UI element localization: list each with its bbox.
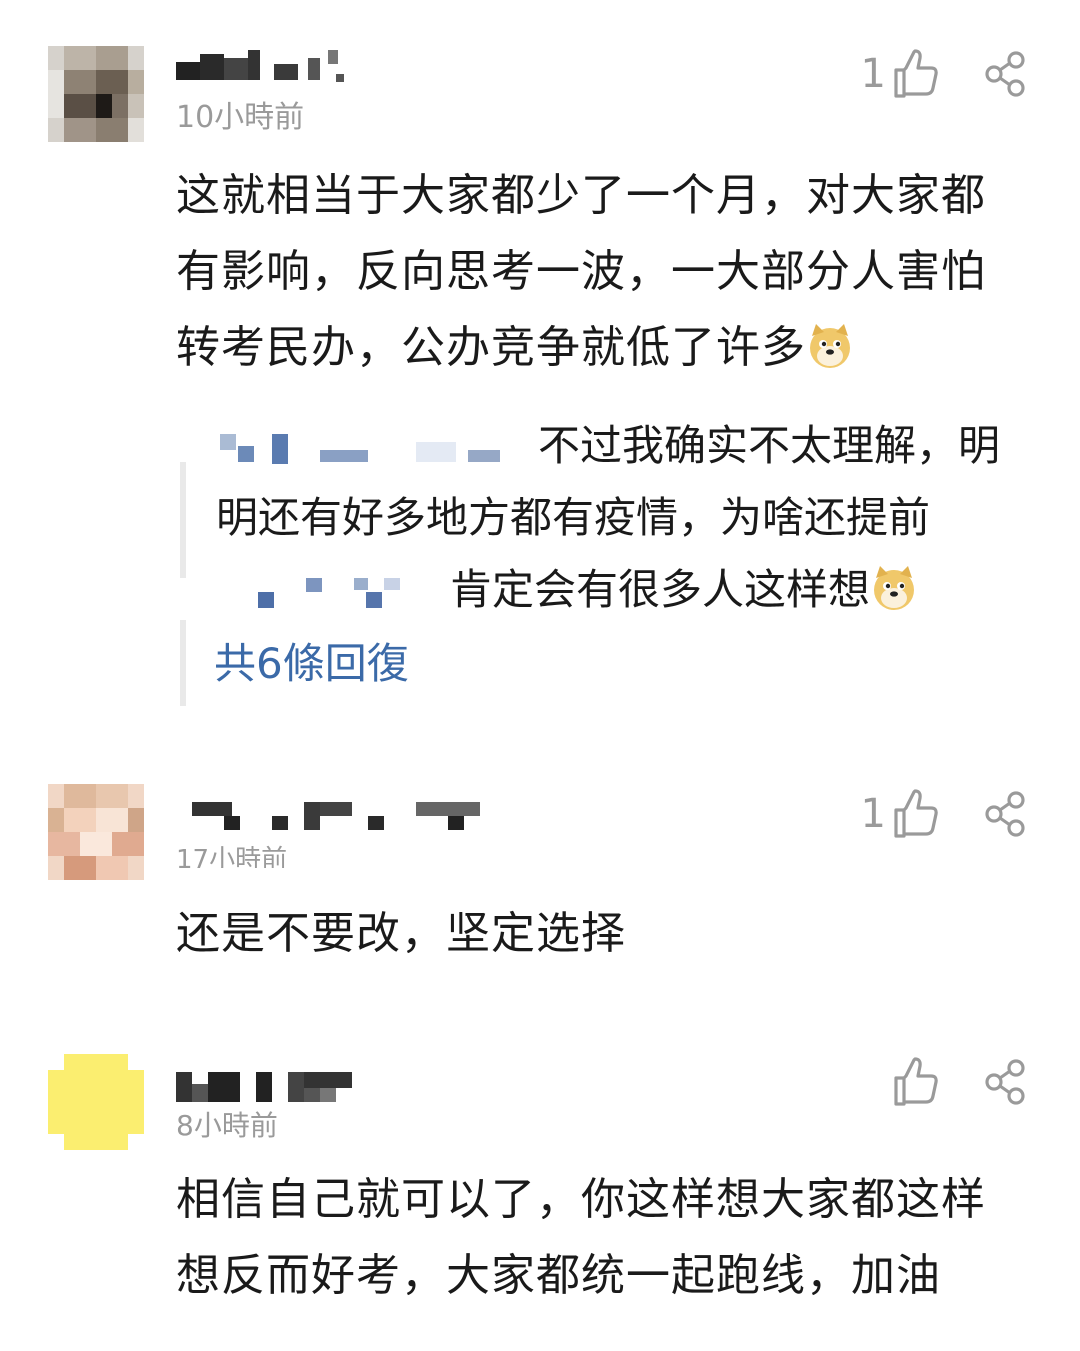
comment-item: 10小時前 1 这就相当于大家都少了一个月，对大家都 有影响，反向思考一波，一大…	[0, 0, 1080, 720]
thumbs-up-icon[interactable]	[890, 788, 938, 840]
comment-text-line-with-emoji: 转考民办，公办竞争就低了许多	[176, 310, 1046, 386]
share-icon[interactable]	[982, 1058, 1030, 1106]
comment-text-line: 转考民办，公办竞争就低了许多	[176, 322, 806, 373]
comment-text-line: 还是不要改，坚定选择	[176, 908, 626, 959]
reply-text-line: 肯定会有很多人这样想	[450, 565, 871, 614]
comment-timestamp: 17小時前	[176, 845, 288, 868]
avatar[interactable]	[48, 784, 144, 880]
share-icon[interactable]	[982, 50, 1030, 98]
comment-timestamp: 8小時前	[176, 1109, 278, 1142]
username-redacted[interactable]	[176, 800, 496, 840]
comment-text: 还是不要改，坚定选择	[176, 896, 1046, 972]
reply-text: 肯定会有很多人这样想	[216, 554, 1056, 626]
reply-text-line: 不过我确实不太理解，明	[538, 421, 1001, 470]
reply-divider	[180, 462, 186, 578]
comment-actions	[886, 1052, 1030, 1112]
comment-actions: 1	[861, 784, 1030, 844]
avatar[interactable]	[48, 1054, 144, 1150]
reply-preview[interactable]: 不过我确实不太理解，明 明还有好多地方都有疫情，为啥还提前 肯定会有很多人这样想…	[180, 410, 1060, 706]
reply-text-line-wrap: 肯定会有很多人这样想	[216, 554, 1056, 626]
comment-text-line: 想反而好考，大家都统一起跑线，加油	[176, 1250, 941, 1301]
comment-text: 这就相当于大家都少了一个月，对大家都 有影响，反向思考一波，一大部分人害怕 转考…	[176, 158, 1046, 386]
doge-emoji-icon	[870, 562, 918, 610]
comment-text-line: 这就相当于大家都少了一个月，对大家都	[176, 170, 986, 221]
comment-timestamp: 10小時前	[176, 100, 305, 135]
reply-text-line-wrap: 不过我确实不太理解，明	[216, 410, 1056, 482]
like-count: 1	[860, 51, 886, 97]
reply-divider	[180, 620, 186, 706]
username-redacted[interactable]	[176, 50, 496, 90]
reply-text-line: 明还有好多地方都有疫情，为啥还提前	[216, 493, 931, 542]
comment-item: 17小時前 1 还是不要改，坚定选择	[0, 740, 1080, 1020]
share-icon[interactable]	[982, 790, 1030, 838]
like-count: 1	[860, 791, 886, 837]
doge-emoji-icon	[806, 318, 854, 368]
comment-text: 相信自己就可以了，你这样想大家都这样 想反而好考，大家都统一起跑线，加油	[176, 1162, 1046, 1314]
username-redacted[interactable]	[176, 1068, 496, 1108]
comment-text-line: 相信自己就可以了，你这样想大家都这样	[176, 1174, 986, 1225]
avatar[interactable]	[48, 46, 144, 142]
comment-text-line: 有影响，反向思考一波，一大部分人害怕	[176, 246, 986, 297]
comment-item: 8小時前 相信自己就可以了，你这样想大家都这样 想反而好考，大家都统一起跑线，加…	[0, 1010, 1080, 1351]
reply-text: 不过我确实不太理解，明 明还有好多地方都有疫情，为啥还提前	[216, 410, 1056, 554]
thumbs-up-icon[interactable]	[890, 1056, 938, 1108]
comment-actions: 1	[861, 44, 1030, 104]
thumbs-up-icon[interactable]	[890, 48, 938, 100]
view-all-replies-link[interactable]: 共6條回復	[214, 634, 409, 694]
